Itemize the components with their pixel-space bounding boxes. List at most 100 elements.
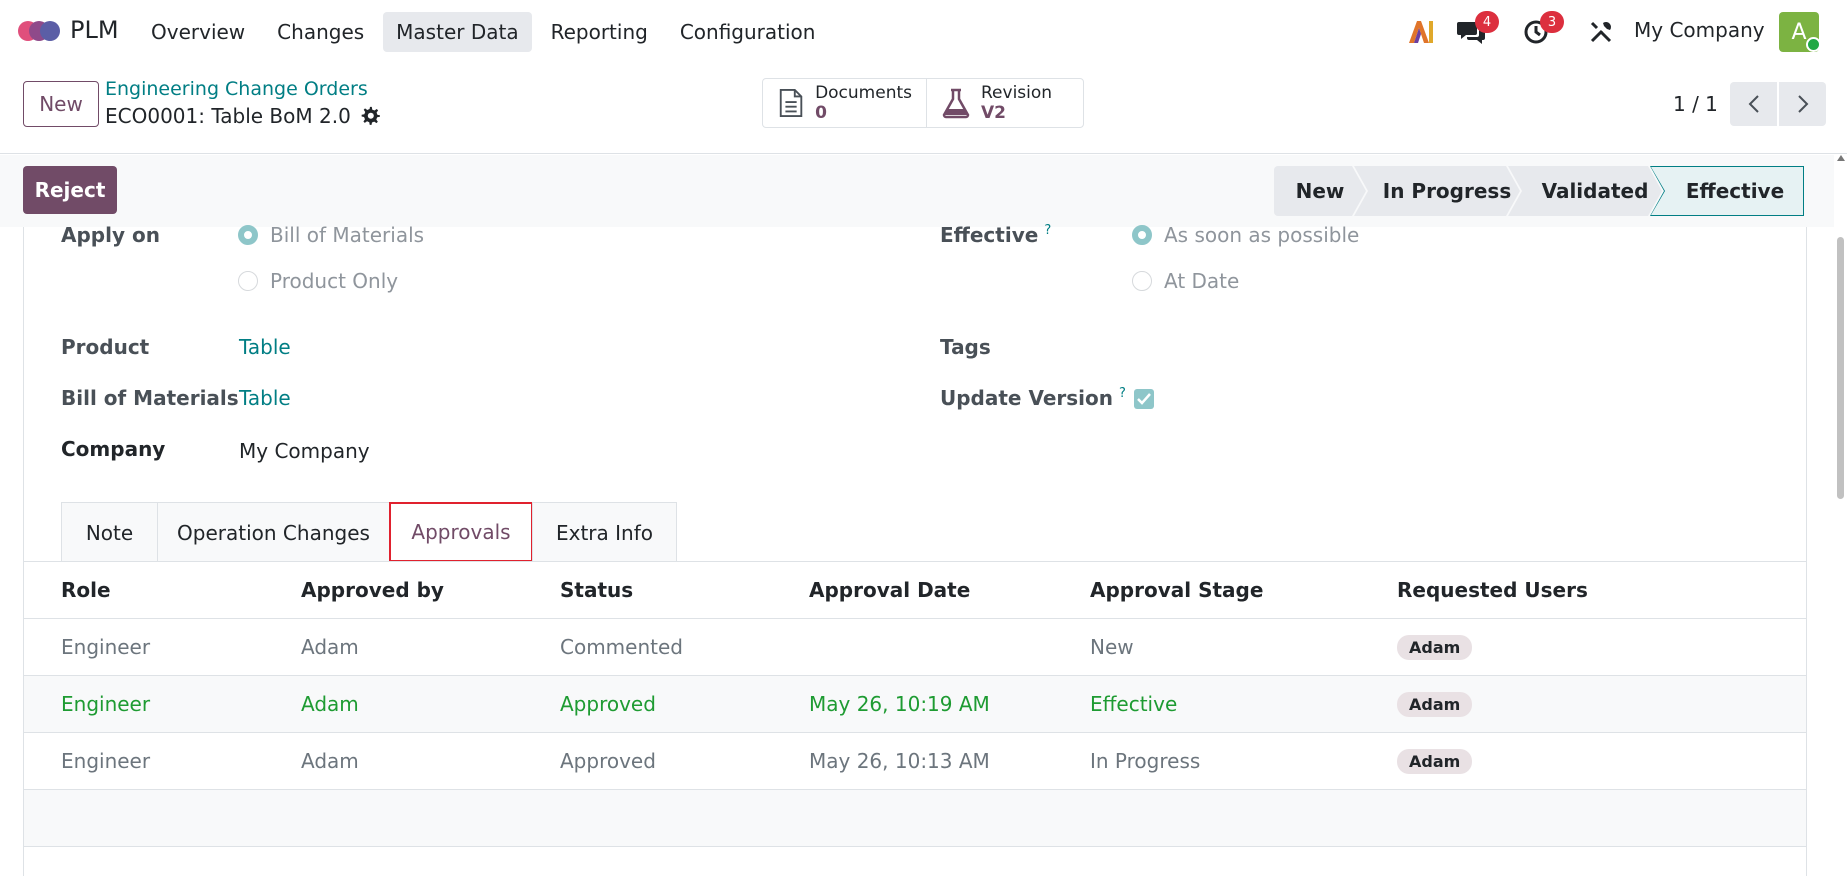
online-status-icon bbox=[1806, 37, 1821, 52]
record-title-text: ECO0001: Table BoM 2.0 bbox=[105, 104, 351, 128]
flask-icon bbox=[942, 88, 970, 119]
stage-validated[interactable]: Validated bbox=[1508, 166, 1662, 216]
tab-operation-changes[interactable]: Operation Changes bbox=[157, 502, 390, 562]
cell-approved-by: Adam bbox=[301, 635, 359, 659]
effective-label: Effective? bbox=[940, 223, 1051, 247]
radio-unchecked-icon bbox=[1132, 271, 1152, 291]
pager-value[interactable]: 1 / 1 bbox=[1673, 92, 1718, 116]
menu-master-data[interactable]: Master Data bbox=[383, 12, 532, 52]
cell-approval-stage: New bbox=[1090, 635, 1134, 659]
table-row[interactable]: Engineer Adam Approved May 26, 10:19 AM … bbox=[24, 676, 1806, 733]
checkmark-icon bbox=[1137, 393, 1151, 405]
company-switcher[interactable]: My Company bbox=[1634, 18, 1765, 42]
app-name[interactable]: PLM bbox=[70, 16, 119, 44]
menu-configuration[interactable]: Configuration bbox=[667, 12, 829, 52]
stage-in-progress[interactable]: In Progress bbox=[1354, 166, 1520, 216]
radio-unchecked-icon bbox=[238, 271, 258, 291]
column-approval-date[interactable]: Approval Date bbox=[809, 578, 970, 602]
cell-role: Engineer bbox=[61, 692, 151, 716]
radio-as-soon-as-possible-label: As soon as possible bbox=[1164, 223, 1360, 247]
odoo-apps-icon[interactable] bbox=[18, 16, 60, 46]
revision-button[interactable]: Revision V2 bbox=[927, 79, 1083, 127]
document-icon bbox=[779, 88, 803, 118]
cell-status: Approved bbox=[560, 692, 656, 716]
stage-pipeline: New In Progress Validated Effective bbox=[1274, 166, 1804, 216]
radio-as-soon-as-possible[interactable]: As soon as possible bbox=[1132, 223, 1359, 247]
bom-value-link[interactable]: Table bbox=[239, 386, 291, 410]
scroll-up-icon[interactable] bbox=[1837, 155, 1845, 161]
update-version-help-icon[interactable]: ? bbox=[1119, 386, 1126, 401]
documents-button[interactable]: Documents 0 bbox=[763, 79, 927, 127]
radio-product-only-label: Product Only bbox=[270, 269, 399, 293]
stage-effective[interactable]: Effective bbox=[1650, 166, 1804, 216]
radio-bill-of-materials-label: Bill of Materials bbox=[270, 223, 425, 247]
cell-role: Engineer bbox=[61, 635, 151, 659]
radio-checked-icon bbox=[238, 225, 258, 245]
empty-row bbox=[24, 790, 1806, 847]
control-panel: New Engineering Change Orders ECO0001: T… bbox=[0, 64, 1847, 154]
user-tag: Adam bbox=[1397, 634, 1473, 660]
documents-label: Documents bbox=[815, 83, 912, 103]
cell-status: Approved bbox=[560, 749, 656, 773]
column-role[interactable]: Role bbox=[61, 578, 111, 602]
tools-icon[interactable] bbox=[1583, 14, 1619, 50]
messages-icon[interactable]: 4 bbox=[1453, 11, 1499, 50]
column-approved-by[interactable]: Approved by bbox=[301, 578, 444, 602]
approvals-table: Role Approved by Status Approval Date Ap… bbox=[24, 562, 1806, 847]
cell-approval-date: May 26, 10:19 AM bbox=[809, 692, 990, 716]
effective-label-text: Effective bbox=[940, 223, 1039, 247]
company-label: Company bbox=[61, 437, 166, 461]
tab-approvals[interactable]: Approvals bbox=[389, 502, 533, 562]
activities-icon[interactable]: 3 bbox=[1518, 11, 1564, 50]
menu-overview[interactable]: Overview bbox=[138, 12, 258, 52]
radio-bill-of-materials[interactable]: Bill of Materials bbox=[238, 223, 424, 247]
cell-approval-stage: Effective bbox=[1090, 692, 1178, 716]
reject-button[interactable]: Reject bbox=[23, 166, 117, 214]
revision-value: V2 bbox=[981, 103, 1006, 123]
column-status[interactable]: Status bbox=[560, 578, 633, 602]
gear-icon[interactable] bbox=[361, 106, 381, 126]
stage-effective-label: Effective bbox=[1651, 167, 1803, 215]
top-navbar: PLM Overview Changes Master Data Reporti… bbox=[0, 0, 1847, 64]
user-tag: Adam bbox=[1397, 748, 1473, 774]
smart-buttons: Documents 0 Revision V2 bbox=[762, 78, 1084, 128]
cell-approval-stage: In Progress bbox=[1090, 749, 1201, 773]
company-value: My Company bbox=[239, 439, 370, 463]
new-button[interactable]: New bbox=[23, 81, 99, 127]
pager-previous-button[interactable] bbox=[1730, 82, 1777, 126]
record-title: ECO0001: Table BoM 2.0 bbox=[105, 104, 381, 128]
documents-count: 0 bbox=[815, 103, 827, 123]
radio-at-date-label: At Date bbox=[1164, 269, 1240, 293]
tab-extra-info[interactable]: Extra Info bbox=[532, 502, 677, 562]
column-approval-stage[interactable]: Approval Stage bbox=[1090, 578, 1263, 602]
radio-checked-icon bbox=[1132, 225, 1152, 245]
column-requested-users[interactable]: Requested Users bbox=[1397, 578, 1588, 602]
radio-product-only[interactable]: Product Only bbox=[238, 269, 398, 293]
scroll-thumb[interactable] bbox=[1837, 237, 1844, 499]
product-value-link[interactable]: Table bbox=[239, 335, 291, 359]
tab-note[interactable]: Note bbox=[61, 502, 158, 562]
table-row[interactable]: Engineer Adam Approved May 26, 10:13 AM … bbox=[24, 733, 1806, 790]
page-scrollbar[interactable] bbox=[1834, 155, 1847, 876]
form-sheet: Apply on Bill of Materials Product Only … bbox=[23, 223, 1807, 876]
cell-status: Commented bbox=[560, 635, 683, 659]
effective-help-icon[interactable]: ? bbox=[1044, 223, 1051, 238]
menu-changes[interactable]: Changes bbox=[264, 12, 377, 52]
messages-badge: 4 bbox=[1475, 11, 1499, 33]
stage-new[interactable]: New bbox=[1274, 166, 1366, 216]
bom-label: Bill of Materials bbox=[61, 386, 239, 410]
breadcrumb[interactable]: Engineering Change Orders bbox=[105, 78, 368, 100]
notebook-tabs: Note Operation Changes Approvals Extra I… bbox=[61, 502, 677, 562]
radio-at-date[interactable]: At Date bbox=[1132, 269, 1239, 293]
update-version-checkbox[interactable] bbox=[1134, 389, 1154, 409]
cell-role: Engineer bbox=[61, 749, 151, 773]
menu-reporting[interactable]: Reporting bbox=[538, 12, 661, 52]
ai-icon[interactable] bbox=[1403, 14, 1439, 50]
update-version-label: Update Version? bbox=[940, 386, 1126, 410]
tags-label: Tags bbox=[940, 335, 991, 359]
chevron-right-icon bbox=[1797, 95, 1808, 113]
table-row[interactable]: Engineer Adam Commented New Adam bbox=[24, 619, 1806, 676]
user-tag: Adam bbox=[1397, 691, 1473, 717]
pager-next-button[interactable] bbox=[1779, 82, 1826, 126]
table-header: Role Approved by Status Approval Date Ap… bbox=[24, 562, 1806, 619]
